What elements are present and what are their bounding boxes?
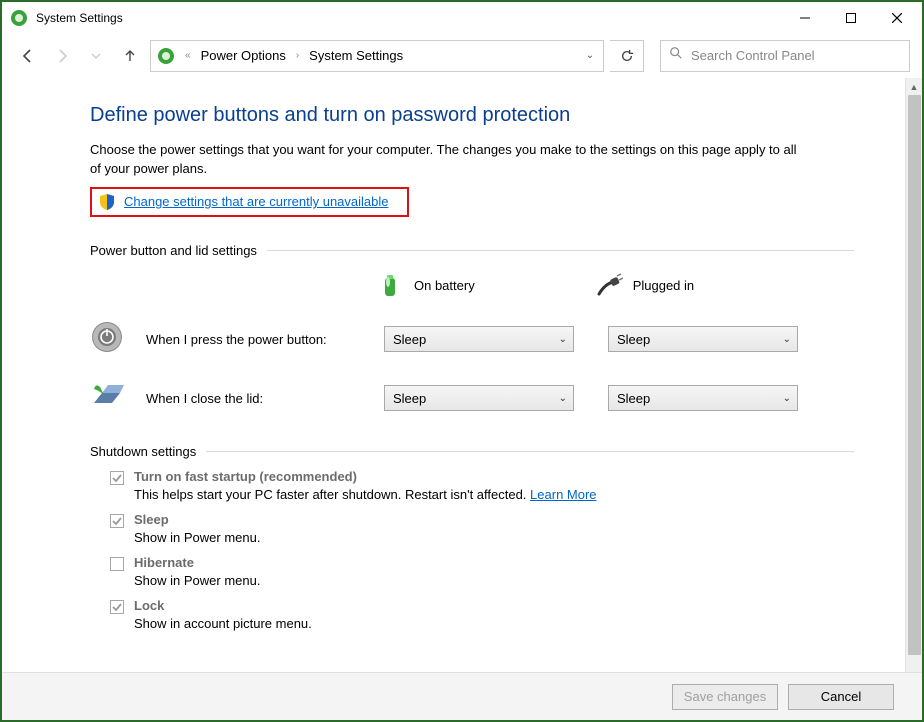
power-button-icon: [90, 320, 124, 359]
chevron-down-icon: ⌄: [783, 393, 791, 404]
search-box[interactable]: [660, 40, 910, 72]
plug-icon: [595, 272, 623, 300]
power-button-label: When I press the power button:: [142, 332, 366, 347]
window-title: System Settings: [36, 11, 123, 25]
footer: Save changes Cancel: [2, 672, 922, 720]
hibernate-desc: Show in Power menu.: [134, 573, 260, 588]
column-header-plugged: Plugged in: [633, 278, 694, 293]
battery-icon: [376, 272, 404, 300]
scroll-up-icon[interactable]: ▲: [906, 78, 922, 95]
nav-row: « Power Options › System Settings ⌄: [2, 34, 922, 78]
chevron-down-icon: ⌄: [783, 334, 791, 345]
lock-desc: Show in account picture menu.: [134, 616, 312, 631]
titlebar: System Settings: [2, 2, 922, 34]
breadcrumb-item[interactable]: Power Options: [201, 48, 286, 63]
breadcrumb-item[interactable]: System Settings: [309, 48, 403, 63]
sleep-desc: Show in Power menu.: [134, 530, 260, 545]
group-title: Shutdown settings: [90, 444, 196, 459]
minimize-button[interactable]: [782, 2, 828, 34]
cancel-button[interactable]: Cancel: [788, 684, 894, 710]
lock-label: Lock: [134, 598, 164, 613]
change-settings-link[interactable]: Change settings that are currently unava…: [124, 194, 389, 209]
page-description: Choose the power settings that you want …: [90, 141, 810, 179]
folder-icon: [157, 47, 175, 65]
page-title: Define power buttons and turn on passwor…: [90, 104, 854, 127]
sleep-label: Sleep: [134, 512, 169, 527]
app-icon: [10, 9, 28, 27]
highlight-box: Change settings that are currently unava…: [90, 187, 409, 217]
fast-startup-checkbox[interactable]: [110, 471, 124, 485]
search-icon: [669, 46, 683, 65]
column-header-battery: On battery: [414, 278, 475, 293]
scrollbar[interactable]: ▲: [905, 78, 922, 672]
lid-icon: [90, 379, 124, 418]
close-button[interactable]: [874, 2, 920, 34]
chevron-down-icon: ⌄: [559, 393, 567, 404]
learn-more-link[interactable]: Learn More: [530, 487, 596, 502]
lock-checkbox[interactable]: [110, 600, 124, 614]
power-battery-select[interactable]: Sleep⌄: [384, 326, 574, 352]
breadcrumb-separator-icon: ›: [292, 50, 303, 61]
back-button[interactable]: [14, 42, 42, 70]
scroll-thumb[interactable]: [908, 95, 921, 655]
refresh-button[interactable]: [610, 40, 644, 72]
group-title: Power button and lid settings: [90, 243, 257, 258]
breadcrumb-root-indicator: «: [181, 50, 195, 61]
fast-startup-desc: This helps start your PC faster after sh…: [134, 487, 526, 502]
save-button[interactable]: Save changes: [672, 684, 778, 710]
lid-label: When I close the lid:: [142, 391, 366, 406]
sleep-checkbox[interactable]: [110, 514, 124, 528]
address-dropdown-icon[interactable]: ⌄: [583, 50, 597, 61]
lid-battery-select[interactable]: Sleep⌄: [384, 385, 574, 411]
recent-button[interactable]: [82, 42, 110, 70]
hibernate-checkbox[interactable]: [110, 557, 124, 571]
fast-startup-label: Turn on fast startup (recommended): [134, 469, 357, 484]
chevron-down-icon: ⌄: [559, 334, 567, 345]
maximize-button[interactable]: [828, 2, 874, 34]
search-input[interactable]: [691, 48, 901, 63]
shield-icon: [98, 193, 116, 211]
power-plugged-select[interactable]: Sleep⌄: [608, 326, 798, 352]
lid-plugged-select[interactable]: Sleep⌄: [608, 385, 798, 411]
hibernate-label: Hibernate: [134, 555, 194, 570]
address-bar[interactable]: « Power Options › System Settings ⌄: [150, 40, 604, 72]
forward-button[interactable]: [48, 42, 76, 70]
up-button[interactable]: [116, 42, 144, 70]
